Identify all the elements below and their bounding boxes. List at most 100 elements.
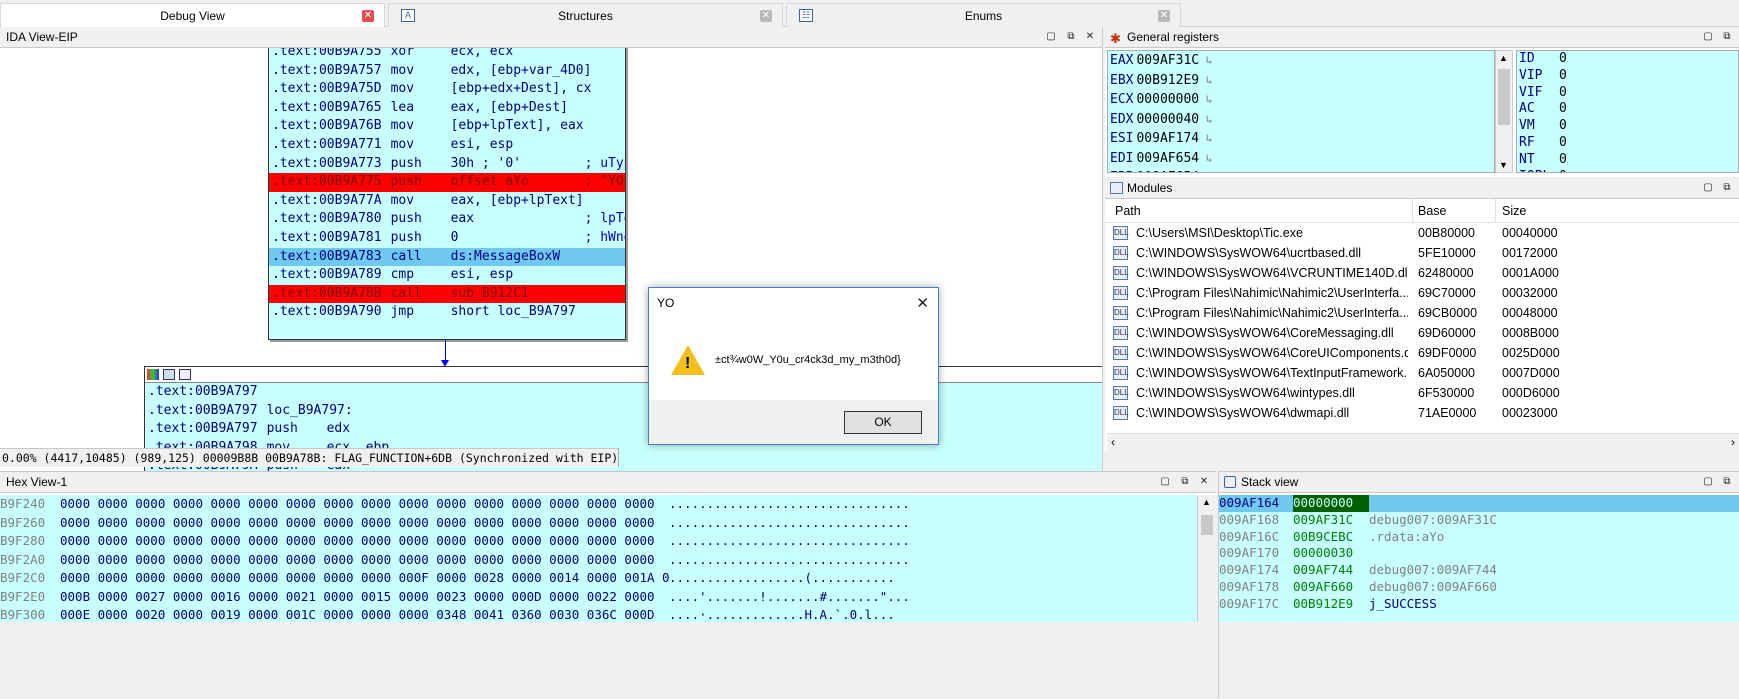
list-item[interactable]: DLLC:\WINDOWS\SysWOW64\TextInputFramewor… xyxy=(1105,363,1739,383)
flag-value[interactable]: 0 xyxy=(1559,118,1567,133)
stack-list[interactable]: 009AF16400000000009AF168009AF31Cdebug007… xyxy=(1219,495,1739,622)
list-item[interactable]: DLLC:\WINDOWS\SysWOW64\VCRUNTIME140D.dll… xyxy=(1105,263,1739,283)
column-header-size[interactable]: Size xyxy=(1502,199,1526,223)
tab-structures[interactable]: A Structures ✕ xyxy=(388,3,783,27)
hex-row[interactable]: B9F2A00000 0000 0000 0000 0000 0000 0000… xyxy=(0,551,1197,570)
asm-line[interactable]: .text:00B9A797 xyxy=(145,383,1102,402)
flag-value[interactable]: 0 xyxy=(1559,169,1567,173)
hex-row[interactable]: B9F2600000 0000 0000 0000 0000 0000 0000… xyxy=(0,514,1197,533)
scroll-up-icon[interactable]: ▲ xyxy=(1202,497,1211,507)
column-divider[interactable] xyxy=(1412,199,1413,222)
scroll-thumb[interactable] xyxy=(1498,69,1510,125)
stack-row[interactable]: 009AF174009AF744debug007:009AF744 xyxy=(1219,562,1739,579)
tab-enums[interactable]: ☷ Enums ✕ xyxy=(786,3,1181,27)
hex-row[interactable]: B9F2800000 0000 0000 0000 0000 0000 0000… xyxy=(0,532,1197,551)
hex-row[interactable]: B9F300000E 0000 0020 0000 0019 0000 001C… xyxy=(0,606,1197,622)
float-icon[interactable]: ⧉ xyxy=(1721,476,1733,488)
stack-row[interactable]: 009AF178009AF660debug007:009AF660 xyxy=(1219,579,1739,596)
hex-row[interactable]: B9F2E0000B 0000 0027 0000 0016 0000 0021… xyxy=(0,588,1197,607)
flags-list[interactable]: ID0VIP0VIF0AC0VM0RF0NT0IOPL0 xyxy=(1516,50,1739,173)
stack-row[interactable]: 009AF17C00B912E9j_SUCCESS xyxy=(1219,596,1739,613)
graph-view-icon[interactable] xyxy=(163,369,175,380)
column-divider[interactable] xyxy=(1495,199,1496,222)
list-item[interactable]: DLLC:\WINDOWS\SysWOW64\CoreUIComponents.… xyxy=(1105,343,1739,363)
scroll-left-icon[interactable]: ‹ xyxy=(1111,435,1115,449)
flag-row[interactable]: NT0 xyxy=(1517,152,1738,169)
register-row[interactable]: EDX00000040 ↳ xyxy=(1108,110,1494,130)
scroll-thumb[interactable] xyxy=(1201,515,1213,535)
asm-line[interactable]: .text:00B9A773push30h ; '0'; uType xyxy=(269,155,625,174)
flag-value[interactable]: 0 xyxy=(1559,101,1567,116)
register-value[interactable]: 009AF31C xyxy=(1136,53,1199,68)
register-row[interactable]: EBP009AF654 ↳ xyxy=(1108,168,1494,173)
close-icon[interactable]: ✕ xyxy=(760,10,772,22)
asm-line[interactable]: .text:00B9A781push0; hWnd xyxy=(269,229,625,248)
jump-icon[interactable]: ↳ xyxy=(1199,113,1212,126)
register-value[interactable]: 00000000 xyxy=(1136,92,1199,107)
asm-line[interactable]: .text:00B9A77Amoveax, [ebp+lpText] xyxy=(269,192,625,211)
asm-line[interactable]: .text:00B9A755xorecx, ecx xyxy=(269,48,625,62)
restore-icon[interactable]: ▢ xyxy=(1045,31,1057,43)
register-value[interactable]: 00000040 xyxy=(1136,112,1199,127)
asm-line[interactable]: .text:00B9A775pushoffset aYo; "YO" xyxy=(269,173,625,192)
flag-row[interactable]: VIF0 xyxy=(1517,85,1738,102)
asm-line[interactable]: .text:00B9A76Bmov[ebp+lpText], eax xyxy=(269,117,625,136)
asm-line[interactable]: .text:00B9A75Dmov[ebp+edx+Dest], cx xyxy=(269,80,625,99)
scroll-right-icon[interactable]: › xyxy=(1731,435,1735,449)
ok-button[interactable]: OK xyxy=(844,411,922,434)
flag-value[interactable]: 0 xyxy=(1559,135,1567,150)
close-icon[interactable]: ✕ xyxy=(1084,31,1096,43)
flag-row[interactable]: VM0 xyxy=(1517,118,1738,135)
asm-line[interactable]: .text:00B9A78Bcallsub_B912C1 xyxy=(269,285,625,304)
stack-row[interactable]: 009AF16C00B9CEBC.rdata:aYo xyxy=(1219,529,1739,546)
stack-row[interactable]: 009AF17000000030 xyxy=(1219,545,1739,562)
restore-icon[interactable]: ▢ xyxy=(1159,476,1171,488)
register-value[interactable]: 00B912E9 xyxy=(1136,73,1199,88)
close-icon[interactable]: ✕ xyxy=(1198,476,1210,488)
asm-line[interactable]: .text:00B9A780pusheax; lpText xyxy=(269,210,625,229)
register-list[interactable]: EAX009AF31C ↳EBX00B912E9 ↳ECX00000000 ↳E… xyxy=(1107,50,1495,173)
restore-icon[interactable]: ▢ xyxy=(1702,182,1714,194)
flag-row[interactable]: AC0 xyxy=(1517,101,1738,118)
register-row[interactable]: EBX00B912E9 ↳ xyxy=(1108,71,1494,91)
float-icon[interactable]: ⧉ xyxy=(1179,476,1191,488)
asm-line[interactable]: .text:00B9A797pushedx xyxy=(145,420,1102,439)
group-icon[interactable] xyxy=(179,369,191,380)
stack-row[interactable]: 009AF168009AF31Cdebug007:009AF31C xyxy=(1219,512,1739,529)
float-icon[interactable]: ⧉ xyxy=(1721,31,1733,43)
restore-icon[interactable]: ▢ xyxy=(1702,31,1714,43)
list-item[interactable]: DLLC:\WINDOWS\SysWOW64\wintypes.dll6F530… xyxy=(1105,383,1739,403)
float-icon[interactable]: ⧉ xyxy=(1721,182,1733,194)
register-row[interactable]: ESI009AF174 ↳ xyxy=(1108,129,1494,149)
modules-list[interactable]: DLLC:\Users\MSI\Desktop\Tic.exe00B800000… xyxy=(1105,223,1739,425)
close-icon[interactable]: ✕ xyxy=(1158,10,1170,22)
asm-line[interactable]: .text:00B9A757movedx, [ebp+var_4D0] xyxy=(269,62,625,81)
asm-block-top[interactable]: .text:00B9A755xorecx, ecx.text:00B9A757m… xyxy=(268,48,626,340)
tab-debug-view[interactable]: Debug View ✕ xyxy=(0,3,385,27)
hex-dump[interactable]: B9F2400000 0000 0000 0000 0000 0000 0000… xyxy=(0,495,1197,622)
hex-scrollbar[interactable]: ▲ xyxy=(1197,495,1216,622)
restore-icon[interactable]: ▢ xyxy=(1702,476,1714,488)
asm-line[interactable]: .text:00B9A783callds:MessageBoxW xyxy=(269,248,625,267)
graph-color-icon[interactable] xyxy=(147,369,159,380)
register-value[interactable]: 009AF654 xyxy=(1136,170,1199,173)
close-icon[interactable]: ✕ xyxy=(362,10,374,22)
register-row[interactable]: ECX00000000 ↳ xyxy=(1108,90,1494,110)
hex-row[interactable]: B9F2400000 0000 0000 0000 0000 0000 0000… xyxy=(0,495,1197,514)
hex-row[interactable]: B9F2C00000 0000 0000 0000 0000 0000 0000… xyxy=(0,569,1197,588)
modules-hscrollbar[interactable]: ‹ › xyxy=(1107,433,1739,451)
asm-line[interactable]: .text:00B9A790jmpshort loc_B9A797 xyxy=(269,303,625,322)
flag-row[interactable]: RF0 xyxy=(1517,135,1738,152)
list-item[interactable]: DLLC:\WINDOWS\SysWOW64\ucrtbased.dll5FE1… xyxy=(1105,243,1739,263)
column-header-base[interactable]: Base xyxy=(1418,199,1447,223)
jump-icon[interactable]: ↳ xyxy=(1199,171,1212,173)
register-scrollbar[interactable]: ▲ ▼ xyxy=(1495,50,1513,173)
jump-icon[interactable]: ↳ xyxy=(1199,132,1212,145)
flag-value[interactable]: 0 xyxy=(1559,68,1567,83)
jump-icon[interactable]: ↳ xyxy=(1199,152,1212,165)
scroll-down-icon[interactable]: ▼ xyxy=(1499,160,1508,170)
list-item[interactable]: DLLC:\Program Files\Nahimic\Nahimic2\Use… xyxy=(1105,303,1739,323)
register-value[interactable]: 009AF654 xyxy=(1136,151,1199,166)
register-value[interactable]: 009AF174 xyxy=(1136,131,1199,146)
float-icon[interactable]: ⧉ xyxy=(1065,31,1077,43)
